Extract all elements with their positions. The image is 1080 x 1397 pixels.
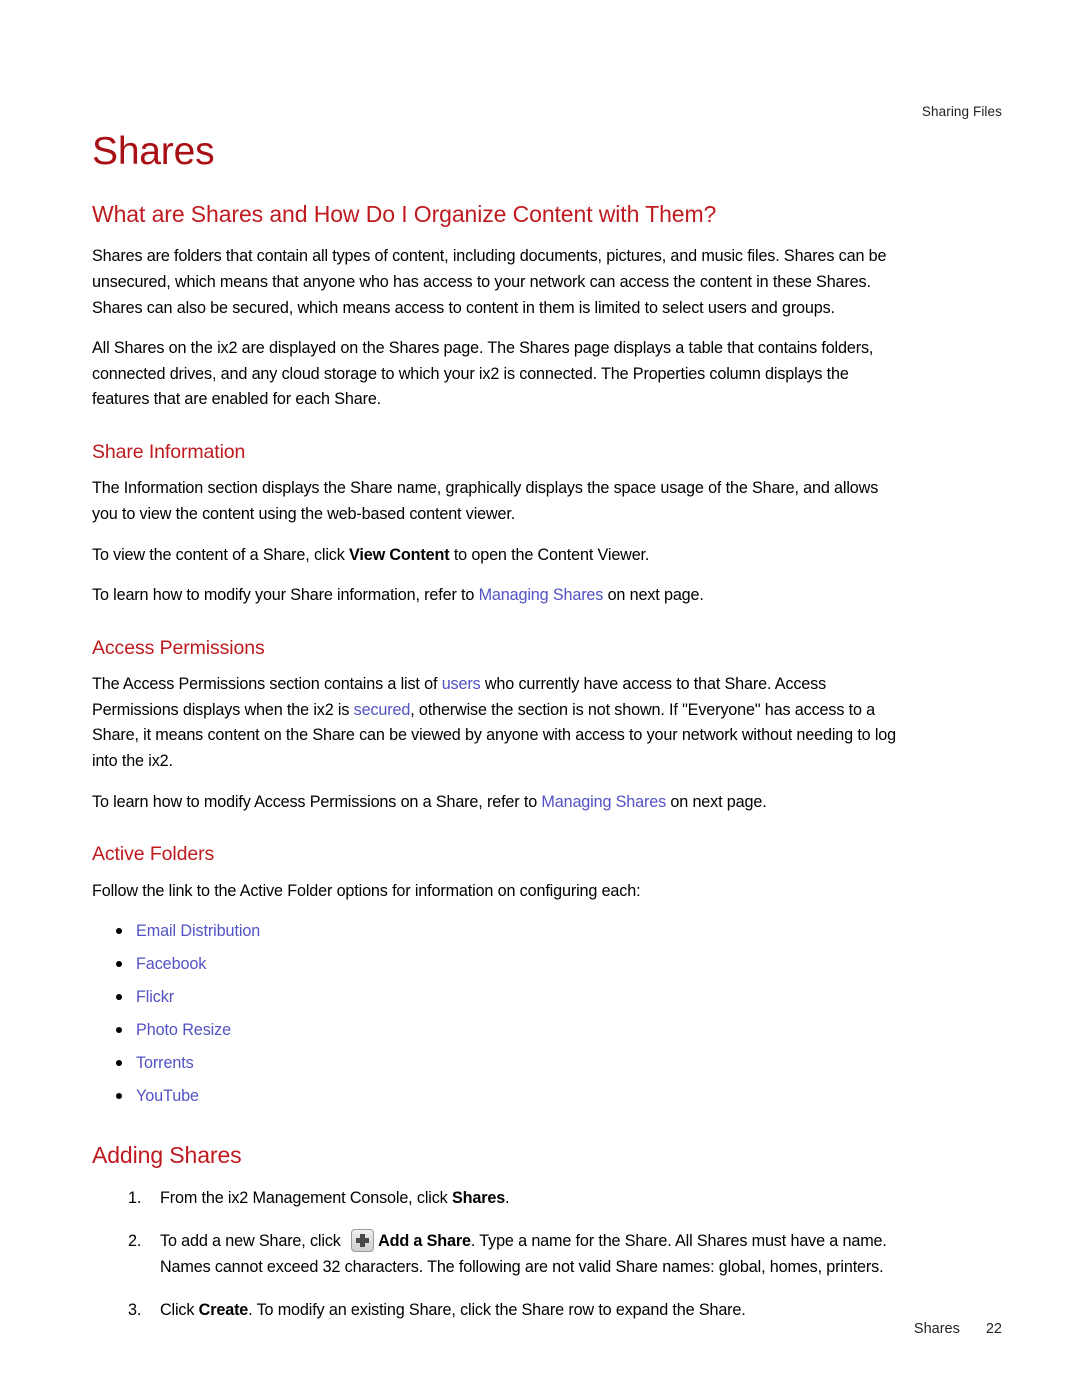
list-item: 1. From the ix2 Management Console, click… <box>92 1186 904 1212</box>
paragraph-what-are-shares-1: Shares are folders that contain all type… <box>92 247 887 317</box>
list-item: 3. Click Create. To modify an existing Sh… <box>92 1298 904 1324</box>
page-footer: Shares 22 <box>914 1321 1002 1337</box>
link-facebook[interactable]: Facebook <box>136 955 206 973</box>
step-number: 1. <box>128 1188 142 1207</box>
text-fragment: To view the content of a Share, click <box>92 545 350 564</box>
paragraph-what-are-shares-2: All Shares on the ix2 are displayed on t… <box>92 339 874 409</box>
text-fragment: The Access Permissions section contains … <box>92 675 442 694</box>
create-label: Create <box>198 1301 249 1320</box>
document-page: Sharing Files Shares What are Shares and… <box>0 0 1080 1397</box>
text-fragment: To add a new Share, click <box>160 1232 346 1251</box>
list-item: 2. To add a new Share, click Add a Share.… <box>92 1229 904 1280</box>
link-secured[interactable]: secured <box>354 701 411 719</box>
link-email-distribution[interactable]: Email Distribution <box>136 922 260 940</box>
link-flickr[interactable]: Flickr <box>136 988 174 1006</box>
shares-label: Shares <box>451 1188 506 1207</box>
paragraph-active-folders-intro: Follow the link to the Active Folder opt… <box>92 881 641 900</box>
link-youtube[interactable]: YouTube <box>136 1087 199 1105</box>
list-item: Facebook <box>116 952 904 976</box>
footer-page-number: 22 <box>985 1321 1002 1337</box>
view-content-label: View Content <box>349 545 450 564</box>
text-fragment: To learn how to modify your Share inform… <box>92 586 479 605</box>
text-fragment: To learn how to modify Access Permission… <box>92 792 542 811</box>
subsection-heading-access-permissions: Access Permissions <box>92 636 265 659</box>
running-header: Sharing Files <box>921 104 1002 119</box>
paragraph-share-information-2: To view the content of a Share, click Vi… <box>92 543 904 569</box>
paragraph-share-information-3: To learn how to modify your Share inform… <box>92 583 904 609</box>
link-managing-shares-2[interactable]: Managing Shares <box>541 793 666 811</box>
link-photo-resize[interactable]: Photo Resize <box>136 1021 231 1039</box>
list-item: Photo Resize <box>116 1018 904 1042</box>
text-fragment: . <box>505 1188 510 1207</box>
link-users[interactable]: users <box>442 675 481 693</box>
text-fragment: . To modify an existing Share, click the… <box>248 1301 746 1320</box>
plus-icon <box>351 1229 375 1253</box>
page-content: Shares What are Shares and How Do I Orga… <box>92 130 904 1342</box>
section-heading-adding-shares: Adding Shares <box>92 1142 242 1169</box>
step-number: 2. <box>128 1232 142 1251</box>
footer-chapter-label: Shares <box>913 1321 960 1337</box>
text-fragment: to open the Content Viewer. <box>449 545 650 564</box>
text-fragment: Click <box>160 1301 199 1320</box>
list-item: Flickr <box>116 985 904 1009</box>
text-fragment: From the ix2 Management Console, click <box>160 1188 452 1207</box>
list-item: YouTube <box>116 1084 904 1108</box>
link-managing-shares-1[interactable]: Managing Shares <box>479 586 604 604</box>
step-number: 3. <box>128 1301 142 1320</box>
subsection-heading-active-folders: Active Folders <box>92 843 215 866</box>
paragraph-access-permissions-1: The Access Permissions section contains … <box>92 672 904 774</box>
section-heading-what-are-shares: What are Shares and How Do I Organize Co… <box>92 200 717 227</box>
adding-shares-step-list: 1. From the ix2 Management Console, click… <box>92 1186 904 1324</box>
text-fragment: on next page. <box>666 792 767 811</box>
active-folders-link-list: Email Distribution Facebook Flickr Photo… <box>92 919 904 1108</box>
page-title: Shares <box>92 130 215 173</box>
subsection-heading-share-information: Share Information <box>92 440 246 463</box>
paragraph-share-information-1: The Information section displays the Sha… <box>92 479 879 523</box>
list-item: Torrents <box>116 1051 904 1075</box>
list-item: Email Distribution <box>116 919 904 943</box>
paragraph-access-permissions-2: To learn how to modify Access Permission… <box>92 790 904 816</box>
link-torrents[interactable]: Torrents <box>136 1054 194 1072</box>
text-fragment: on next page. <box>603 586 704 605</box>
add-a-share-label: Add a Share <box>378 1232 471 1251</box>
